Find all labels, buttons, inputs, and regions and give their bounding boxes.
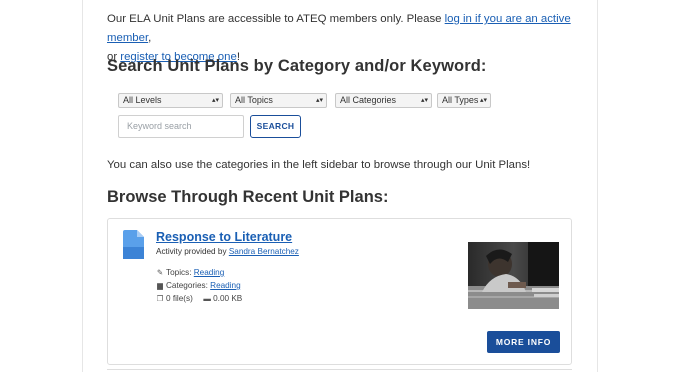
select-arrows-icon: ▴▾: [315, 97, 323, 104]
keyword-placeholder: Keyword search: [127, 121, 192, 131]
types-select-value: All Types: [442, 95, 479, 105]
browse-heading: Browse Through Recent Unit Plans:: [107, 188, 389, 206]
search-button[interactable]: SEARCH: [250, 115, 301, 138]
levels-select[interactable]: All Levels ▴▾: [118, 93, 223, 108]
category-link-reading[interactable]: Reading: [210, 281, 241, 290]
files-row: ❐ 0 file(s) ▬ 0.00 KB: [156, 294, 243, 303]
provided-by: Activity provided by Sandra Bernatchez: [156, 247, 299, 256]
files-icon: ❐: [156, 294, 164, 303]
content-right-border: [597, 0, 598, 372]
author-link[interactable]: Sandra Bernatchez: [229, 247, 299, 256]
topics-select-value: All Topics: [235, 95, 273, 105]
select-arrows-icon: ▴▾: [211, 97, 219, 104]
select-arrows-icon: ▴▾: [479, 97, 487, 104]
notice-text: Our ELA Unit Plans are accessible to ATE…: [107, 13, 445, 25]
book-icon: ▆: [157, 281, 163, 290]
file-size: 0.00 KB: [213, 294, 243, 303]
categories-row: ▆ Categories: Reading: [156, 281, 241, 290]
content-left-border: [82, 0, 83, 372]
sidebar-hint: You can also use the categories in the l…: [107, 159, 531, 171]
unit-plan-title-link[interactable]: Response to Literature: [156, 230, 292, 244]
search-heading: Search Unit Plans by Category and/or Key…: [107, 57, 487, 75]
topics-row: ✎ Topics: Reading: [156, 268, 224, 277]
notice-comma: ,: [148, 32, 152, 44]
provided-prefix: Activity provided by: [156, 247, 229, 256]
categories-select[interactable]: All Categories ▴▾: [335, 93, 432, 108]
levels-select-value: All Levels: [123, 95, 162, 105]
topics-select[interactable]: All Topics ▴▾: [230, 93, 327, 108]
pencil-icon: ✎: [156, 268, 164, 277]
categories-select-value: All Categories: [340, 95, 397, 105]
drive-icon: ▬: [203, 294, 211, 303]
unit-plan-thumbnail: [468, 242, 559, 309]
document-icon: [123, 230, 144, 259]
categories-label: Categories:: [166, 281, 208, 290]
select-arrows-icon: ▴▾: [420, 97, 428, 104]
topic-link-reading[interactable]: Reading: [194, 268, 225, 277]
topics-label: Topics:: [166, 268, 192, 277]
more-info-button[interactable]: MORE INFO: [487, 331, 560, 353]
types-select[interactable]: All Types ▴▾: [437, 93, 491, 108]
file-count: 0 file(s): [166, 294, 193, 303]
keyword-search-input[interactable]: Keyword search: [118, 115, 244, 138]
